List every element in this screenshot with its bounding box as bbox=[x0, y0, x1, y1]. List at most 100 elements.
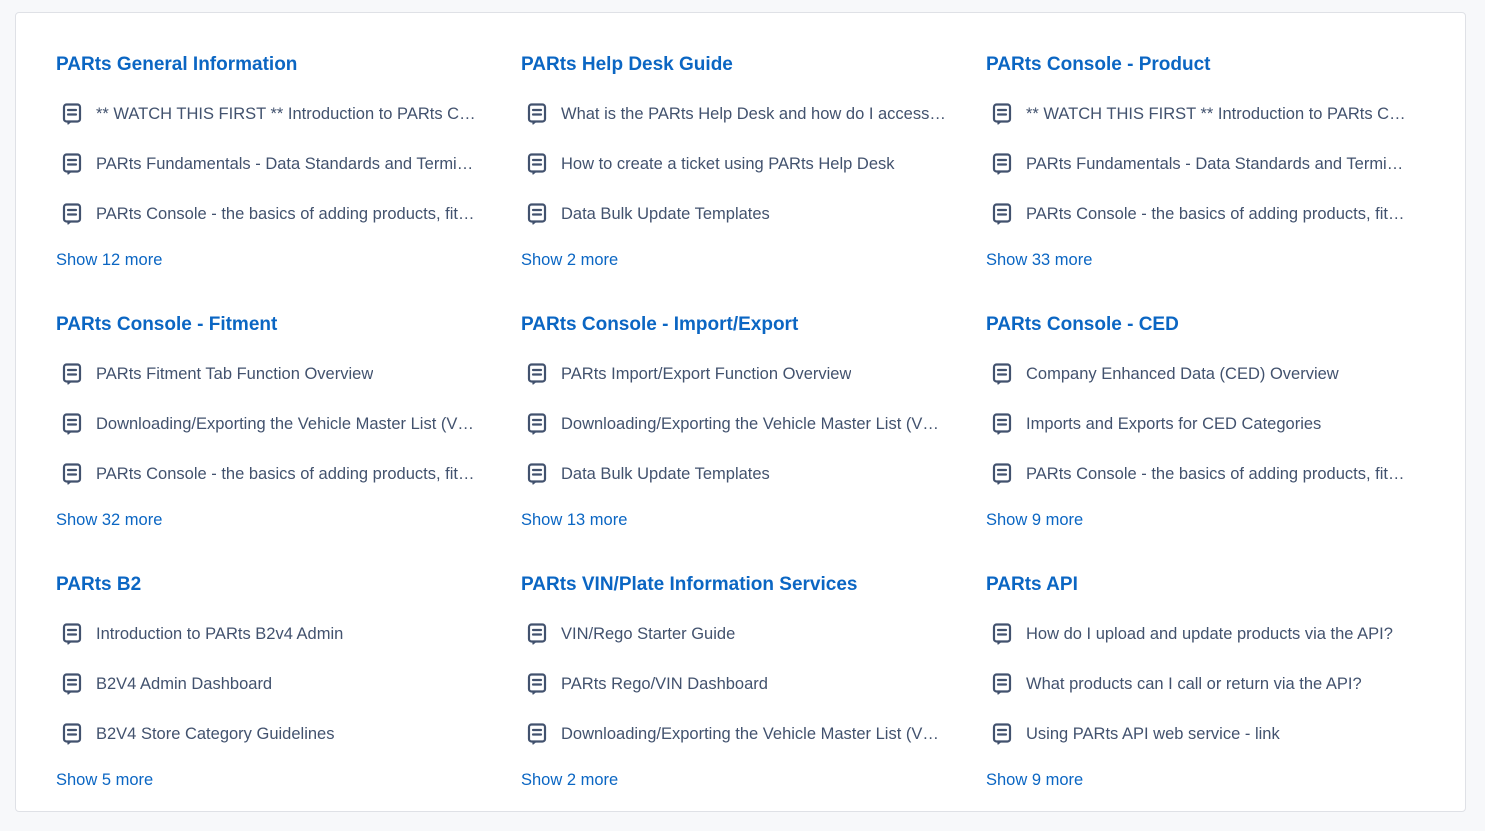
article-icon bbox=[524, 201, 550, 227]
article-item[interactable]: Data Bulk Update Templates bbox=[521, 449, 946, 499]
article-icon bbox=[989, 411, 1015, 437]
show-more-link[interactable]: Show 2 more bbox=[521, 769, 946, 791]
show-more-link[interactable]: Show 33 more bbox=[986, 249, 1411, 271]
article-icon bbox=[59, 671, 85, 697]
article-item[interactable]: PARts Console - the basics of adding pro… bbox=[986, 189, 1411, 239]
article-label: PARts Console - the basics of adding pro… bbox=[96, 205, 481, 223]
show-more-link[interactable]: Show 9 more bbox=[986, 769, 1411, 791]
article-icon bbox=[59, 461, 85, 487]
article-icon bbox=[59, 201, 85, 227]
article-item[interactable]: Downloading/Exporting the Vehicle Master… bbox=[521, 709, 946, 759]
article-label: Company Enhanced Data (CED) Overview bbox=[1026, 365, 1339, 383]
category-title-parts-console-fitment[interactable]: PARts Console - Fitment bbox=[56, 311, 481, 339]
article-item[interactable]: ** WATCH THIS FIRST ** Introduction to P… bbox=[986, 89, 1411, 139]
category-section: PARts Console - Product ** WATCH THIS FI… bbox=[986, 51, 1411, 311]
category-title-parts-vin-plate-information-services[interactable]: PARts VIN/Plate Information Services bbox=[521, 571, 946, 599]
category-grid: PARts General Information ** WATCH THIS … bbox=[56, 51, 1411, 831]
category-title-parts-help-desk-guide[interactable]: PARts Help Desk Guide bbox=[521, 51, 946, 79]
category-title-parts-console-ced[interactable]: PARts Console - CED bbox=[986, 311, 1411, 339]
article-icon bbox=[524, 721, 550, 747]
article-item[interactable]: PARts Fitment Tab Function Overview bbox=[56, 349, 481, 399]
article-item[interactable]: Data Bulk Update Templates bbox=[521, 189, 946, 239]
article-icon bbox=[989, 721, 1015, 747]
article-icon bbox=[989, 671, 1015, 697]
category-section: PARts B2 Introduction to PARts B2v4 Admi… bbox=[56, 571, 481, 831]
article-icon bbox=[59, 721, 85, 747]
article-item[interactable]: Introduction to PARts B2v4 Admin bbox=[56, 609, 481, 659]
show-more-link[interactable]: Show 5 more bbox=[56, 769, 481, 791]
article-item[interactable]: VIN/Rego Starter Guide bbox=[521, 609, 946, 659]
article-label: Data Bulk Update Templates bbox=[561, 465, 770, 483]
article-icon bbox=[989, 361, 1015, 387]
article-item[interactable]: What is the PARts Help Desk and how do I… bbox=[521, 89, 946, 139]
category-section: PARts Console - Fitment PARts Fitment Ta… bbox=[56, 311, 481, 571]
knowledge-base-card: PARts General Information ** WATCH THIS … bbox=[15, 12, 1466, 812]
article-label: PARts Console - the basics of adding pro… bbox=[1026, 465, 1411, 483]
article-item[interactable]: Imports and Exports for CED Categories bbox=[986, 399, 1411, 449]
article-item[interactable]: PARts Fundamentals - Data Standards and … bbox=[56, 139, 481, 189]
article-label: B2V4 Store Category Guidelines bbox=[96, 725, 335, 743]
show-more-link[interactable]: Show 32 more bbox=[56, 509, 481, 531]
show-more-link[interactable]: Show 13 more bbox=[521, 509, 946, 531]
category-title-parts-console-product[interactable]: PARts Console - Product bbox=[986, 51, 1411, 79]
article-label: Downloading/Exporting the Vehicle Master… bbox=[561, 725, 946, 743]
article-item[interactable]: B2V4 Store Category Guidelines bbox=[56, 709, 481, 759]
article-label: Downloading/Exporting the Vehicle Master… bbox=[96, 415, 481, 433]
article-label: ** WATCH THIS FIRST ** Introduction to P… bbox=[96, 105, 481, 123]
category-section: PARts Help Desk Guide What is the PARts … bbox=[521, 51, 946, 311]
category-title-parts-general-information[interactable]: PARts General Information bbox=[56, 51, 481, 79]
article-icon bbox=[59, 101, 85, 127]
article-item[interactable]: Company Enhanced Data (CED) Overview bbox=[986, 349, 1411, 399]
category-title-parts-console-import-export[interactable]: PARts Console - Import/Export bbox=[521, 311, 946, 339]
article-icon bbox=[524, 621, 550, 647]
article-item[interactable]: What products can I call or return via t… bbox=[986, 659, 1411, 709]
article-item[interactable]: PARts Console - the basics of adding pro… bbox=[56, 189, 481, 239]
article-item[interactable]: PARts Console - the basics of adding pro… bbox=[56, 449, 481, 499]
article-label: Using PARts API web service - link bbox=[1026, 725, 1280, 743]
article-label: How to create a ticket using PARts Help … bbox=[561, 155, 895, 173]
category-section: PARts Console - CED Company Enhanced Dat… bbox=[986, 311, 1411, 571]
article-item[interactable]: How do I upload and update products via … bbox=[986, 609, 1411, 659]
article-label: PARts Fundamentals - Data Standards and … bbox=[96, 155, 481, 173]
category-title-parts-b2[interactable]: PARts B2 bbox=[56, 571, 481, 599]
article-item[interactable]: B2V4 Admin Dashboard bbox=[56, 659, 481, 709]
article-item[interactable]: PARts Rego/VIN Dashboard bbox=[521, 659, 946, 709]
article-icon bbox=[989, 621, 1015, 647]
article-item[interactable]: PARts Import/Export Function Overview bbox=[521, 349, 946, 399]
article-icon bbox=[59, 361, 85, 387]
article-icon bbox=[989, 101, 1015, 127]
article-icon bbox=[524, 461, 550, 487]
article-item[interactable]: Downloading/Exporting the Vehicle Master… bbox=[56, 399, 481, 449]
article-icon bbox=[59, 411, 85, 437]
article-label: PARts Import/Export Function Overview bbox=[561, 365, 852, 383]
article-label: PARts Fundamentals - Data Standards and … bbox=[1026, 155, 1411, 173]
article-label: Imports and Exports for CED Categories bbox=[1026, 415, 1322, 433]
article-icon bbox=[59, 151, 85, 177]
article-label: What products can I call or return via t… bbox=[1026, 675, 1362, 693]
article-icon bbox=[989, 201, 1015, 227]
article-item[interactable]: PARts Console - the basics of adding pro… bbox=[986, 449, 1411, 499]
category-title-parts-api[interactable]: PARts API bbox=[986, 571, 1411, 599]
article-label: Data Bulk Update Templates bbox=[561, 205, 770, 223]
article-label: VIN/Rego Starter Guide bbox=[561, 625, 736, 643]
article-label: How do I upload and update products via … bbox=[1026, 625, 1393, 643]
show-more-link[interactable]: Show 9 more bbox=[986, 509, 1411, 531]
article-item[interactable]: PARts Fundamentals - Data Standards and … bbox=[986, 139, 1411, 189]
article-label: Downloading/Exporting the Vehicle Master… bbox=[561, 415, 946, 433]
article-icon bbox=[524, 151, 550, 177]
article-label: B2V4 Admin Dashboard bbox=[96, 675, 273, 693]
category-section: PARts General Information ** WATCH THIS … bbox=[56, 51, 481, 311]
article-item[interactable]: ** WATCH THIS FIRST ** Introduction to P… bbox=[56, 89, 481, 139]
article-icon bbox=[524, 671, 550, 697]
article-icon bbox=[524, 361, 550, 387]
show-more-link[interactable]: Show 12 more bbox=[56, 249, 481, 271]
article-item[interactable]: Downloading/Exporting the Vehicle Master… bbox=[521, 399, 946, 449]
article-icon bbox=[989, 151, 1015, 177]
article-item[interactable]: How to create a ticket using PARts Help … bbox=[521, 139, 946, 189]
article-item[interactable]: Using PARts API web service - link bbox=[986, 709, 1411, 759]
category-section: PARts VIN/Plate Information Services VIN… bbox=[521, 571, 946, 831]
show-more-link[interactable]: Show 2 more bbox=[521, 249, 946, 271]
article-label: What is the PARts Help Desk and how do I… bbox=[561, 105, 946, 123]
article-label: PARts Console - the basics of adding pro… bbox=[1026, 205, 1411, 223]
article-label: PARts Fitment Tab Function Overview bbox=[96, 365, 374, 383]
